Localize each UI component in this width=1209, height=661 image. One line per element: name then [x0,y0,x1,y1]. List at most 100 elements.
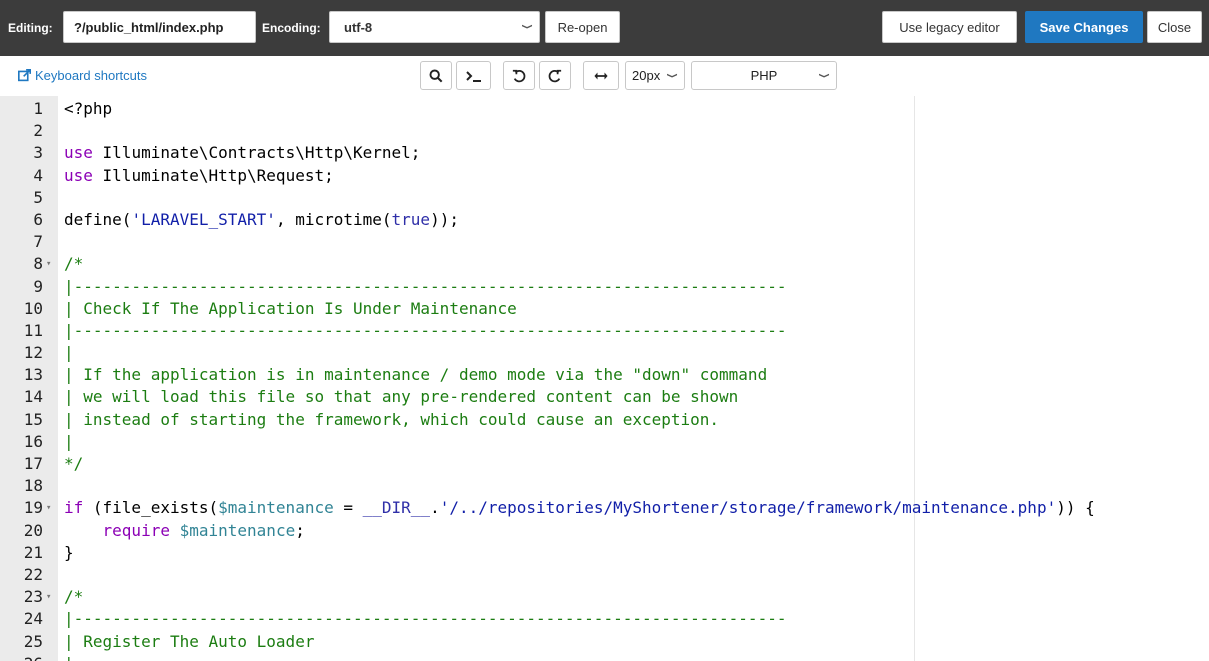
line-number: 9 [33,276,43,296]
code-line[interactable]: 25 | Register The Auto Loader [0,631,1209,653]
wrap-icon [594,72,608,79]
code-text: <?php [64,99,113,118]
redo-button[interactable] [539,61,571,90]
code-line[interactable]: 22 [0,564,1209,586]
line-number: 13 [23,365,43,385]
chevron-down-icon: ❯ [818,72,830,79]
line-number: 21 [23,542,43,562]
encoding-label: Encoding: [262,21,321,35]
code-text: | [64,343,74,363]
line-number: 2 [33,121,43,141]
keyboard-shortcuts-label: Keyboard shortcuts [35,68,148,83]
code-line[interactable]: 26 | [0,653,1209,661]
line-number: 20 [23,520,43,540]
line-number: 17 [23,454,43,473]
code-line[interactable]: 20 require $maintenance; [0,520,1209,542]
code-text: |---------------------------------------… [64,609,787,629]
file-path-field[interactable]: ?/public_html/index.php [63,11,256,43]
code-text: use Illuminate\Http\Request; [64,165,334,185]
encoding-value: utf-8 [344,19,373,35]
code-text: /* [64,254,84,274]
file-path-text: ?/public_html/index.php [74,19,224,35]
chevron-down-icon: ❯ [666,72,678,79]
code-line[interactable]: 1 <?php [0,98,1209,120]
code-line[interactable]: 16 | [0,431,1209,453]
encoding-select[interactable]: utf-8 ❯ [329,11,540,43]
code-text: | Check If The Application Is Under Main… [64,298,517,318]
code-line[interactable]: 24 |-------------------------------------… [0,608,1209,630]
line-number: 19 [23,498,43,518]
line-number: 10 [23,298,43,318]
code-text: | Register The Auto Loader [64,631,315,651]
search-icon [429,69,443,82]
code-line[interactable]: 13 | If the application is in maintenance… [0,364,1209,386]
code-line[interactable]: 19 ▾ if (file_exists($maintenance = __DIR_… [0,497,1209,519]
line-number: 24 [23,609,43,629]
reopen-button[interactable]: Re-open [545,11,620,43]
language-value: PHP [750,68,778,83]
line-number: 1 [33,99,43,118]
code-line[interactable]: 18 [0,475,1209,497]
line-number: 4 [33,165,43,185]
line-number: 3 [33,143,43,163]
line-number: 6 [33,209,43,229]
close-button[interactable]: Close [1147,11,1202,43]
code-text: require $maintenance; [102,520,305,540]
editor-toolbar: Keyboard shortcuts 20px ❯ PHP ❯ [0,56,1209,94]
code-line[interactable]: 8 ▾ /* [0,253,1209,275]
undo-icon [512,69,526,82]
code-line[interactable]: 21} [0,542,1209,564]
fold-toggle-icon[interactable]: ▾ [46,497,51,519]
word-wrap-button[interactable] [583,61,619,90]
code-line[interactable]: 6 define('LARAVEL_START', microtime(true)… [0,209,1209,231]
code-line[interactable]: 9 |--------------------------------------… [0,276,1209,298]
language-mode-select[interactable]: PHP ❯ [691,61,837,90]
code-line[interactable]: 11 |-------------------------------------… [0,320,1209,342]
code-text: define('LARAVEL_START', microtime(true))… [64,209,459,229]
redo-icon [548,69,562,82]
code-line[interactable]: 10 | Check If The Application Is Under Ma… [0,298,1209,320]
code-line[interactable]: 14 | we will load this file so that any p… [0,386,1209,408]
line-number: 16 [23,431,43,451]
code-line[interactable]: 5 [0,187,1209,209]
code-lines[interactable]: 1 <?php 2 3 use Illuminate\Contracts\Http\Ke… [0,98,1209,661]
line-number: 22 [23,564,43,584]
save-changes-button[interactable]: Save Changes [1025,11,1143,43]
use-legacy-editor-button[interactable]: Use legacy editor [882,11,1017,43]
line-number: 14 [23,387,43,407]
code-text: | If the application is in maintenance /… [64,365,768,385]
code-text: | [64,653,74,661]
fold-toggle-icon[interactable]: ▾ [46,586,51,608]
code-text: | we will load this file so that any pre… [64,387,739,407]
line-number: 18 [23,476,43,496]
code-text: /* [64,587,84,607]
line-number: 8 [33,254,43,274]
code-text: use Illuminate\Contracts\Http\Kernel; [64,143,421,163]
code-line[interactable]: 7 [0,231,1209,253]
code-line[interactable]: 3 use Illuminate\Contracts\Http\Kernel; [0,142,1209,164]
code-text: } [64,542,74,562]
code-line[interactable]: 15 | instead of starting the framework, w… [0,409,1209,431]
code-line[interactable]: 4 use Illuminate\Http\Request; [0,165,1209,187]
line-number: 23 [23,587,43,607]
code-text: if (file_exists($maintenance = __DIR__.'… [64,498,1095,518]
code-line[interactable]: 23 ▾ /* [0,586,1209,608]
line-number: 7 [33,232,43,252]
code-text: | instead of starting the framework, whi… [64,409,720,429]
line-number: 15 [23,409,43,429]
search-button[interactable] [420,61,452,90]
code-text: |---------------------------------------… [64,276,787,296]
fold-toggle-icon[interactable]: ▾ [46,253,51,275]
code-line[interactable]: 12 | [0,342,1209,364]
code-line[interactable]: 2 [0,120,1209,142]
font-size-select[interactable]: 20px ❯ [625,61,685,90]
line-number: 11 [23,320,43,340]
undo-button[interactable] [503,61,535,90]
keyboard-shortcuts-link[interactable]: Keyboard shortcuts [18,68,147,83]
line-number: 26 [0,653,43,661]
code-text: */ [64,454,84,473]
command-palette-button[interactable] [456,61,491,90]
code-line[interactable]: 17 */ [0,453,1209,475]
code-editor[interactable]: 1 <?php 2 3 use Illuminate\Contracts\Http\Ke… [0,96,1209,661]
line-number: 12 [23,343,43,363]
